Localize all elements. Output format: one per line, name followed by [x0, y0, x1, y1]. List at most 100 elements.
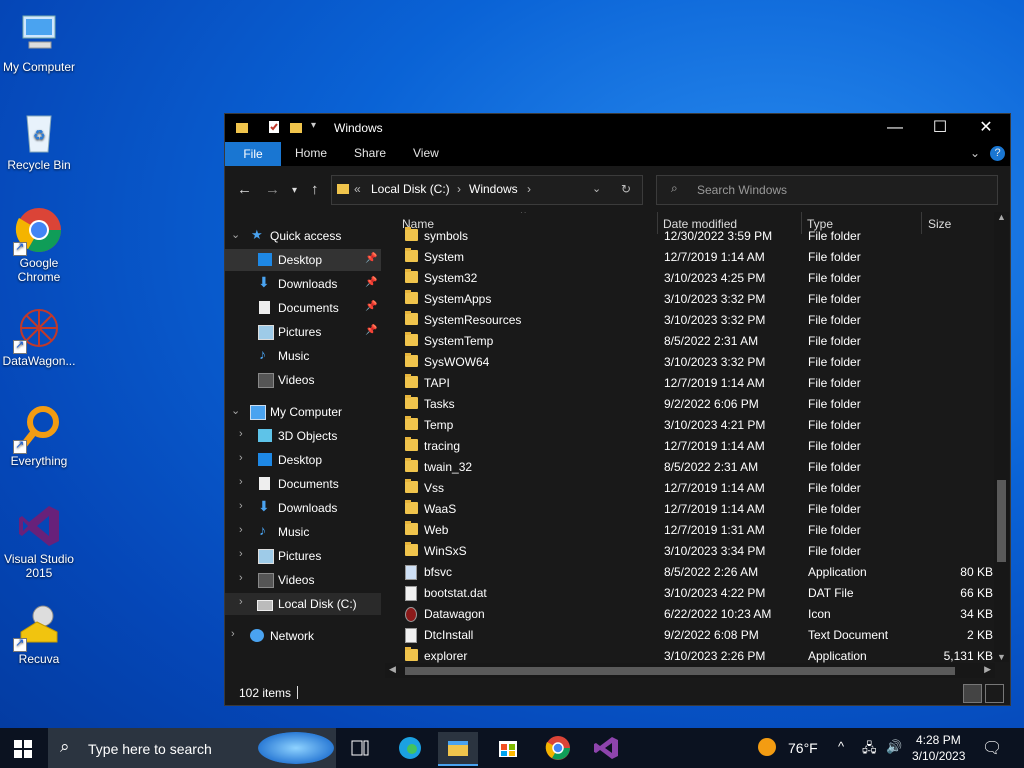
file-row[interactable]: SystemResources 3/10/2023 3:32 PM File fol… [385, 309, 995, 330]
chrome-taskbar-icon[interactable] [538, 732, 578, 764]
network-tray-icon[interactable]: 🖧 [862, 739, 877, 761]
chevron-right-icon[interactable]: › [239, 452, 243, 464]
nav-network[interactable]: › Network [225, 625, 381, 647]
nav-quick-pictures[interactable]: Pictures 📌 [225, 321, 381, 343]
edge-icon[interactable] [390, 732, 430, 764]
chevron-right-icon[interactable]: › [231, 628, 235, 640]
file-row[interactable]: bootstat.dat 3/10/2023 4:22 PM DAT File 66 … [385, 582, 995, 603]
file-row[interactable]: SystemApps 3/10/2023 3:32 PM File folder [385, 288, 995, 309]
nav-my-computer[interactable]: ⌄ My Computer [225, 401, 381, 423]
file-row[interactable]: TAPI 12/7/2019 1:14 AM File folder [385, 372, 995, 393]
address-dropdown-icon[interactable]: ⌄ [592, 182, 601, 195]
chevron-right-icon[interactable]: › [239, 572, 243, 584]
vertical-scroll-thumb[interactable] [997, 480, 1006, 562]
breadcrumb-overflow[interactable]: « [354, 182, 361, 196]
large-icons-view-icon[interactable] [985, 684, 1004, 703]
nav-quick-videos[interactable]: Videos [225, 369, 381, 391]
chevron-right-icon[interactable]: › [239, 596, 243, 608]
desktop-icon-recuva[interactable]: Recuva [0, 602, 78, 666]
pin-icon[interactable]: 📌 [365, 325, 377, 336]
up-arrow-icon[interactable]: ↑ [311, 181, 319, 198]
desktop-icon-my-computer[interactable]: My Computer [0, 10, 78, 74]
tab-file[interactable]: File [225, 142, 281, 166]
nav-quick-access[interactable]: ⌄ ★ Quick access [225, 225, 381, 247]
file-row[interactable]: Vss 12/7/2019 1:14 AM File folder [385, 477, 995, 498]
file-row[interactable]: SysWOW64 3/10/2023 3:32 PM File folder [385, 351, 995, 372]
file-row[interactable]: System 12/7/2019 1:14 AM File folder [385, 246, 995, 267]
nav-quick-documents[interactable]: Documents 📌 [225, 297, 381, 319]
file-explorer-taskbar-icon[interactable] [438, 732, 478, 766]
file-row[interactable]: SystemTemp 8/5/2022 2:31 AM File folder [385, 330, 995, 351]
nav-desktop[interactable]: › Desktop [225, 449, 381, 471]
file-row[interactable]: Datawagon 6/22/2022 10:23 AM Icon 34 KB [385, 603, 995, 624]
file-row[interactable]: symbols 12/30/2022 3:59 PM File folder [385, 225, 995, 246]
tab-home[interactable]: Home [295, 146, 327, 160]
nav-music[interactable]: › ♪ Music [225, 521, 381, 543]
breadcrumb-separator[interactable]: › [457, 182, 461, 196]
file-row[interactable]: bfsvc 8/5/2022 2:26 AM Application 80 KB [385, 561, 995, 582]
breadcrumb-separator[interactable]: › [527, 182, 531, 196]
nav-videos[interactable]: › Videos [225, 569, 381, 591]
nav-downloads[interactable]: › ⬇ Downloads [225, 497, 381, 519]
minimize-button[interactable]: — [872, 114, 918, 142]
chevron-right-icon[interactable]: › [239, 476, 243, 488]
weather-temperature[interactable]: 76°F [788, 740, 818, 756]
pin-icon[interactable]: 📌 [365, 253, 377, 264]
chevron-right-icon[interactable]: › [239, 428, 243, 440]
maximize-button[interactable]: ☐ [917, 114, 963, 142]
windows-start-icon[interactable] [14, 740, 32, 761]
file-row[interactable]: System32 3/10/2023 4:25 PM File folder [385, 267, 995, 288]
volume-icon[interactable]: 🔊 [886, 739, 902, 755]
search-box[interactable]: ⌕ Search Windows [656, 175, 998, 205]
search-input[interactable]: Search Windows [697, 183, 787, 197]
chevron-right-icon[interactable]: › [239, 548, 243, 560]
horizontal-scroll-thumb[interactable] [405, 667, 955, 675]
desktop-icon-google-chrome[interactable]: Google Chrome [0, 206, 78, 284]
horizontal-scrollbar[interactable]: ◀ ▶ [385, 663, 995, 678]
file-row[interactable]: Tasks 9/2/2022 6:06 PM File folder [385, 393, 995, 414]
pin-icon[interactable]: 📌 [365, 301, 377, 312]
microsoft-store-icon[interactable] [488, 732, 528, 764]
file-row[interactable]: WinSxS 3/10/2023 3:34 PM File folder [385, 540, 995, 561]
scroll-up-icon[interactable]: ▲ [997, 212, 1006, 222]
taskbar-search-box[interactable]: ⌕ Type here to search [48, 728, 336, 768]
details-view-icon[interactable] [963, 684, 982, 703]
new-folder-icon[interactable] [289, 120, 303, 134]
desktop-icon-datawagon[interactable]: DataWagon... [0, 304, 78, 368]
refresh-icon[interactable]: ↻ [621, 182, 631, 196]
properties-icon[interactable] [267, 120, 281, 134]
desktop-icon-recycle-bin[interactable]: ♻ Recycle Bin [0, 108, 78, 172]
taskbar-search-input[interactable]: Type here to search [88, 741, 212, 757]
nav-documents[interactable]: › Documents [225, 473, 381, 495]
tab-share[interactable]: Share [354, 146, 386, 160]
nav-quick-downloads[interactable]: ⬇ Downloads 📌 [225, 273, 381, 295]
expand-ribbon-icon[interactable]: ⌄ [970, 146, 980, 160]
weather-sun-icon[interactable] [758, 738, 776, 756]
customize-toolbar-icon[interactable]: ▾ [311, 120, 325, 134]
task-view-icon[interactable] [340, 732, 380, 764]
chevron-down-icon[interactable]: ⌄ [231, 228, 240, 241]
chevron-down-icon[interactable]: ⌄ [231, 404, 240, 417]
chevron-right-icon[interactable]: › [239, 500, 243, 512]
file-row[interactable]: tracing 12/7/2019 1:14 AM File folder [385, 435, 995, 456]
clock-time[interactable]: 4:28 PM [916, 733, 961, 747]
file-row[interactable]: DtcInstall 9/2/2022 6:08 PM Text Document 2… [385, 624, 995, 645]
file-row[interactable]: twain_32 8/5/2022 2:31 AM File folder [385, 456, 995, 477]
chevron-right-icon[interactable]: › [239, 524, 243, 536]
nav-quick-music[interactable]: ♪ Music [225, 345, 381, 367]
file-row[interactable]: Web 12/7/2019 1:31 AM File folder [385, 519, 995, 540]
desktop-icon-everything[interactable]: Everything [0, 404, 78, 468]
scroll-right-icon[interactable]: ▶ [984, 664, 991, 675]
close-button[interactable]: ✕ [963, 114, 1009, 142]
file-row[interactable]: Temp 3/10/2023 4:21 PM File folder [385, 414, 995, 435]
help-icon[interactable]: ? [990, 146, 1005, 161]
file-row[interactable]: WaaS 12/7/2019 1:14 AM File folder [385, 498, 995, 519]
desktop-icon-visual-studio[interactable]: Visual Studio 2015 [0, 502, 78, 580]
show-hidden-icons-icon[interactable]: ^ [838, 739, 844, 754]
nav-3d-objects[interactable]: › 3D Objects [225, 425, 381, 447]
address-bar[interactable]: « Local Disk (C:) › Windows › ⌄ ↻ [331, 175, 643, 205]
forward-arrow-icon[interactable]: → [265, 181, 280, 198]
scroll-left-icon[interactable]: ◀ [389, 664, 396, 675]
scroll-down-icon[interactable]: ▼ [997, 652, 1006, 662]
tab-view[interactable]: View [413, 146, 439, 160]
